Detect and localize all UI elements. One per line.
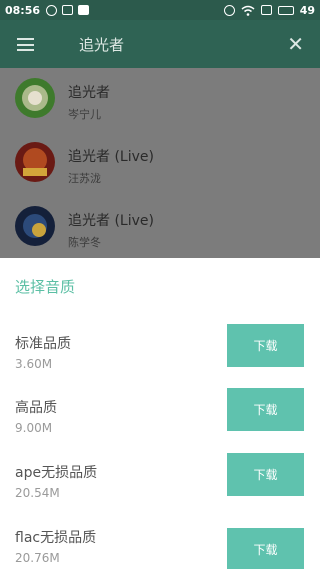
check-circle-icon xyxy=(46,4,58,16)
download-button[interactable]: 下载 xyxy=(227,453,304,496)
song-artist: 汪苏泷 xyxy=(68,172,101,185)
quality-label: flac无损品质 xyxy=(15,530,97,546)
download-button[interactable]: 下载 xyxy=(227,528,304,569)
song-list: 追光者 岑宁儿 追光者 (Live) 汪苏泷 追光者 (Live) 陈学冬 xyxy=(0,68,320,258)
song-artist: 陈学冬 xyxy=(68,236,101,249)
song-artist: 岑宁儿 xyxy=(68,108,101,121)
song-item[interactable]: 追光者 (Live) 汪苏泷 xyxy=(0,132,320,196)
album-cover xyxy=(15,206,55,246)
close-icon[interactable]: ✕ xyxy=(287,34,304,54)
status-time: 08:56 xyxy=(5,3,41,17)
quality-label: 高品质 xyxy=(15,400,57,416)
download-button[interactable]: 下载 xyxy=(227,324,304,367)
quality-sheet: 选择音质 标准品质 3.60M 下载 高品质 9.00M 下载 ape无损品质 … xyxy=(0,258,320,569)
song-item[interactable]: 追光者 (Live) 陈学冬 xyxy=(0,196,320,260)
download-button[interactable]: 下载 xyxy=(227,388,304,431)
quality-label: ape无损品质 xyxy=(15,465,98,481)
sheet-title: 选择音质 xyxy=(15,278,76,296)
app-bar: 追光者 ✕ xyxy=(0,20,320,68)
screen-icon xyxy=(260,5,272,15)
battery-icon xyxy=(277,5,294,15)
song-title: 追光者 (Live) xyxy=(68,149,154,165)
quality-label: 标准品质 xyxy=(15,336,71,352)
page-title: 追光者 xyxy=(79,36,125,54)
album-cover xyxy=(15,142,55,182)
wifi-icon xyxy=(241,5,255,16)
quality-size: 20.54M xyxy=(15,486,60,500)
song-title: 追光者 xyxy=(68,85,110,101)
song-title: 追光者 (Live) xyxy=(68,213,154,229)
menu-icon[interactable] xyxy=(17,38,34,51)
status-bar: 08:56 49 xyxy=(0,0,320,20)
alarm-icon xyxy=(223,4,235,16)
quality-size: 9.00M xyxy=(15,421,53,435)
quality-size: 3.60M xyxy=(15,357,53,371)
battery-level: 49 xyxy=(299,3,315,17)
app-notification-icon xyxy=(78,5,90,15)
album-cover xyxy=(15,78,55,118)
song-item[interactable]: 追光者 岑宁儿 xyxy=(0,68,320,132)
image-notification-icon xyxy=(62,5,74,15)
quality-option-flac: flac无损品质 20.76M 下载 xyxy=(0,527,320,569)
quality-option-ape: ape无损品质 20.54M 下载 xyxy=(0,453,320,527)
quality-size: 20.76M xyxy=(15,551,60,565)
